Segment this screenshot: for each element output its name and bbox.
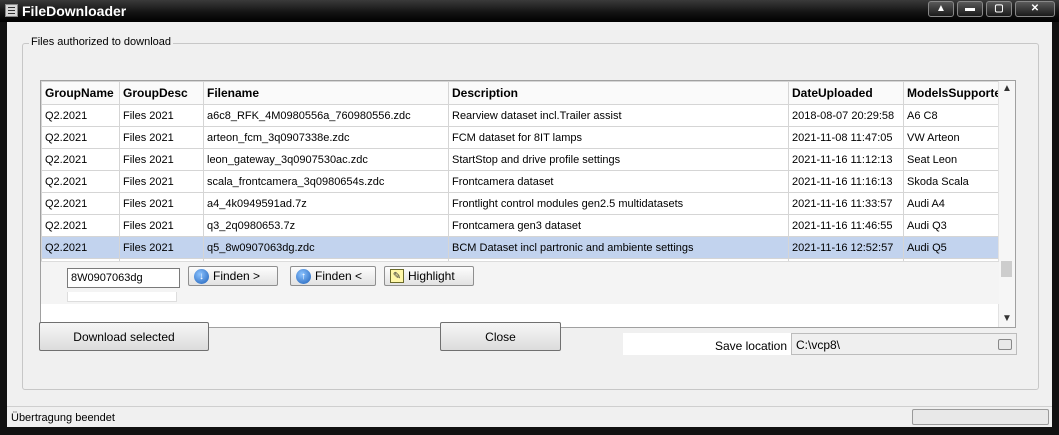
table-row[interactable]: Q2.2021 Files 2021 q5_8w0907063dg.zdc BCM D…: [41, 236, 1000, 259]
save-location-label: Save location: [714, 339, 787, 353]
table-cell: FCM dataset for 8IT lamps: [448, 126, 789, 149]
table-cell: arteon_fcm_3q0907338e.zdc: [203, 126, 449, 149]
table-cell: A6 C8: [903, 104, 1000, 127]
save-location-box: Save location: [623, 333, 791, 355]
table-cell: BCM Dataset incl partronic and ambiente …: [448, 236, 789, 259]
search-suggestion-strip: [67, 292, 177, 302]
column-header[interactable]: GroupName: [41, 81, 120, 105]
window-controls: ▲ ▬ ▢ ✕: [928, 1, 1055, 17]
scroll-down-icon[interactable]: ▼: [999, 311, 1015, 327]
download-selected-button[interactable]: Download selected: [39, 322, 209, 351]
table-cell: 2018-08-07 20:29:58: [788, 104, 904, 127]
table-cell: a6c8_RFK_4M0980556a_760980556.zdc: [203, 104, 449, 127]
table-cell: VW Arteon: [903, 126, 1000, 149]
table-cell: Q2.2021: [41, 170, 120, 193]
table-cell: Q2.2021: [41, 192, 120, 215]
status-text: Übertragung beendet: [11, 412, 115, 424]
column-header[interactable]: DateUploaded: [788, 81, 904, 105]
table-cell: Q2.2021: [41, 104, 120, 127]
arrow-down-icon: ↓: [194, 268, 209, 284]
table-cell: 2021-11-08 11:47:05: [788, 126, 904, 149]
table-cell: Skoda Scala: [903, 170, 1000, 193]
search-input[interactable]: [67, 268, 180, 288]
table-cell: Files 2021: [119, 214, 204, 237]
table-cell: leon_gateway_3q0907530ac.zdc: [203, 148, 449, 171]
app-window: FileDownloader ▲ ▬ ▢ ✕ Files authorized …: [0, 0, 1059, 435]
table-cell: Seat Leon: [903, 148, 1000, 171]
table-cell: 2021-11-16 11:12:13: [788, 148, 904, 171]
table-cell: Rearview dataset incl.Trailer assist: [448, 104, 789, 127]
table-cell: a4_4k0949591ad.7z: [203, 192, 449, 215]
arrow-up-icon: ↑: [296, 268, 311, 284]
table-cell: Files 2021: [119, 126, 204, 149]
table-cell: Q2.2021: [41, 236, 120, 259]
find-prev-button[interactable]: ↑ Finden <: [290, 266, 376, 286]
table-row[interactable]: Q2.2021 Files 2021 a4_4k0949591ad.7z Frontl…: [41, 192, 1000, 215]
table-cell: Files 2021: [119, 170, 204, 193]
table-cell: 2021-11-16 11:46:55: [788, 214, 904, 237]
vertical-scrollbar[interactable]: ▲ ▼: [998, 81, 1015, 327]
table-cell: Frontcamera dataset: [448, 170, 789, 193]
browse-icon[interactable]: [998, 339, 1012, 350]
table-cell: StartStop and drive profile settings: [448, 148, 789, 171]
save-path-field[interactable]: C:\vcp8\: [791, 333, 1017, 355]
table-row[interactable]: Q2.2021 Files 2021 leon_gateway_3q0907530a…: [41, 148, 1000, 171]
status-bar: Übertragung beendet: [7, 406, 1052, 427]
table-cell: Frontcamera gen3 dataset: [448, 214, 789, 237]
table-cell: Files 2021: [119, 148, 204, 171]
highlighter-icon: ✎: [390, 269, 404, 283]
column-header[interactable]: Description: [448, 81, 789, 105]
minimize-icon[interactable]: ▬: [957, 1, 983, 17]
maximize-icon[interactable]: ▢: [986, 1, 1012, 17]
table-cell: scala_frontcamera_3q0980654s.zdc: [203, 170, 449, 193]
find-next-label: Finden >: [213, 269, 261, 283]
highlight-button[interactable]: ✎ Highlight: [384, 266, 474, 286]
progress-bar: [912, 409, 1049, 425]
table-cell: q3_2q0980653.7z: [203, 214, 449, 237]
groupbox-label: Files authorized to download: [29, 36, 174, 48]
collapse-icon[interactable]: ▲: [928, 1, 954, 17]
column-header[interactable]: GroupDesc: [119, 81, 204, 105]
close-window-icon[interactable]: ✕: [1015, 1, 1055, 17]
table-cell: Q2.2021: [41, 214, 120, 237]
files-table: GroupName GroupDesc Filename Description Dat…: [41, 81, 1000, 281]
find-next-button[interactable]: ↓ Finden >: [188, 266, 278, 286]
files-grid[interactable]: GroupName GroupDesc Filename Description Dat…: [40, 80, 1016, 328]
table-row[interactable]: Q2.2021 Files 2021 q3_2q0980653.7z Frontcam…: [41, 214, 1000, 237]
grid-body: Q2.2021 Files 2021 a6c8_RFK_4M0980556a_760…: [41, 104, 1000, 281]
client-area: Files authorized to download GroupName Gr…: [7, 22, 1052, 427]
title-bar[interactable]: FileDownloader ▲ ▬ ▢ ✕: [0, 0, 1059, 22]
highlight-label: Highlight: [408, 269, 455, 283]
close-button[interactable]: Close: [440, 322, 561, 351]
table-cell: 2021-11-16 11:16:13: [788, 170, 904, 193]
table-cell: Files 2021: [119, 192, 204, 215]
header-row: GroupName GroupDesc Filename Description Dat…: [41, 81, 1000, 105]
table-cell: 2021-11-16 12:52:57: [788, 236, 904, 259]
scroll-thumb[interactable]: [1001, 261, 1012, 277]
column-header[interactable]: ModelsSupporte: [903, 81, 1000, 105]
table-cell: Audi Q3: [903, 214, 1000, 237]
table-cell: 2021-11-16 11:33:57: [788, 192, 904, 215]
table-cell: q5_8w0907063dg.zdc: [203, 236, 449, 259]
table-cell: Files 2021: [119, 236, 204, 259]
find-prev-label: Finden <: [315, 269, 363, 283]
table-cell: Q2.2021: [41, 148, 120, 171]
save-path-value: C:\vcp8\: [796, 338, 841, 352]
window-menu-icon[interactable]: [5, 4, 18, 17]
scroll-up-icon[interactable]: ▲: [999, 81, 1015, 97]
table-cell: Q2.2021: [41, 126, 120, 149]
table-cell: Audi A4: [903, 192, 1000, 215]
table-row[interactable]: Q2.2021 Files 2021 arteon_fcm_3q0907338e.z…: [41, 126, 1000, 149]
table-cell: Frontlight control modules gen2.5 multid…: [448, 192, 789, 215]
table-row[interactable]: Q2.2021 Files 2021 scala_frontcamera_3q098…: [41, 170, 1000, 193]
table-cell: Files 2021: [119, 104, 204, 127]
search-bar: ↓ Finden > ↑ Finden < ✎ Highlight: [41, 261, 999, 304]
table-row[interactable]: Q2.2021 Files 2021 a6c8_RFK_4M0980556a_760…: [41, 104, 1000, 127]
table-cell: Audi Q5: [903, 236, 1000, 259]
column-header[interactable]: Filename: [203, 81, 449, 105]
window-title: FileDownloader: [22, 3, 127, 19]
